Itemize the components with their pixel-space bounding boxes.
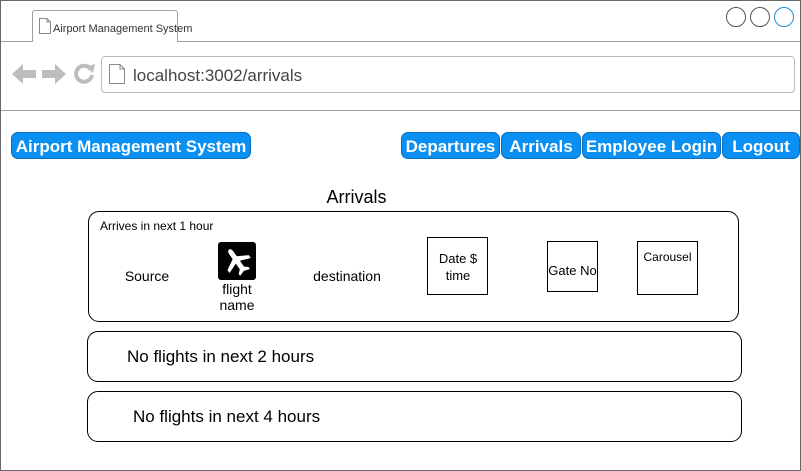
next-hour-heading: Arrives in next 1 hour xyxy=(100,219,214,233)
page-icon xyxy=(39,18,51,34)
destination-label: destination xyxy=(313,268,381,284)
maximize-button[interactable] xyxy=(750,7,770,27)
departures-button[interactable]: Departures xyxy=(401,132,500,159)
page-title: Arrivals xyxy=(326,187,387,207)
address-bar[interactable]: localhost:3002/arrivals xyxy=(101,56,795,93)
page-icon xyxy=(109,64,125,84)
carousel-label: Carousel xyxy=(643,250,692,264)
tab-title: Airport Management System xyxy=(53,23,193,35)
minimize-button[interactable] xyxy=(726,7,746,27)
browser-window: Airport Management System localhost:3002… xyxy=(0,0,801,471)
flight-name-label: flight name xyxy=(219,281,255,313)
browser-tab[interactable]: Airport Management System xyxy=(32,10,192,42)
logout-button[interactable]: Logout xyxy=(722,132,800,159)
back-arrow-icon[interactable] xyxy=(12,63,36,85)
date-time-box: Date $ time xyxy=(427,237,488,295)
url-text: localhost:3002/arrivals xyxy=(133,66,303,85)
carousel-box: Carousel xyxy=(637,241,698,295)
arrivals-button[interactable]: Arrivals xyxy=(501,132,581,159)
source-label: Source xyxy=(124,268,170,284)
gate-label: Gate No xyxy=(548,263,597,278)
next-4-hours-text: No flights in next 4 hours xyxy=(133,407,321,426)
close-button[interactable] xyxy=(774,7,794,27)
navigation-bar: localhost:3002/arrivals xyxy=(1,42,800,111)
reload-icon[interactable] xyxy=(73,63,95,85)
employee-login-button[interactable]: Employee Login xyxy=(582,132,721,159)
gate-box: Gate No xyxy=(547,241,598,292)
tab-bar: Airport Management System xyxy=(1,1,800,42)
forward-arrow-icon[interactable] xyxy=(42,63,66,85)
brand-button[interactable]: Airport Management System xyxy=(11,132,251,159)
next-2-hours-text: No flights in next 2 hours xyxy=(127,347,315,366)
date-time-label: Date $ time xyxy=(438,251,478,283)
airplane-icon xyxy=(218,242,256,280)
